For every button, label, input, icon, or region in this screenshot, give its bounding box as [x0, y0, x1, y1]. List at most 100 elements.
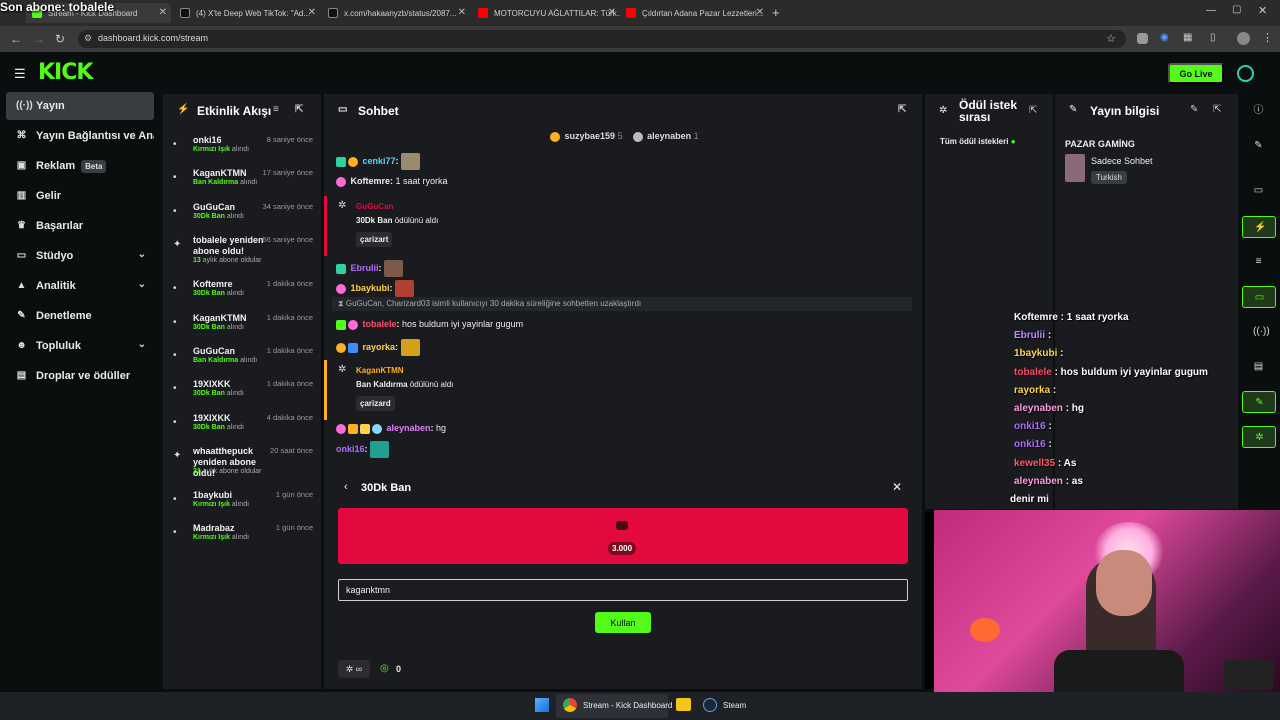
sidebar-item-revenue[interactable]: ▥ Gelir — [6, 182, 154, 210]
all-reward-requests-filter[interactable]: Tüm ödül istekleri ● — [940, 137, 1016, 146]
redeem-username[interactable]: KaganKTMN — [356, 366, 404, 375]
activity-item[interactable]: • GuGuCan 1 dakika önce Ban Kaldırma alındı — [163, 346, 321, 380]
rail-button-reward-queue[interactable]: ▤ — [1242, 356, 1276, 378]
chevron-down-icon[interactable]: ⌄ — [138, 279, 146, 290]
rail-button-display[interactable]: ▭ — [1242, 180, 1276, 202]
chevron-down-icon[interactable]: ⌄ — [138, 249, 146, 260]
sidebar-item-studio[interactable]: ▭ Stüdyo ⌄ — [6, 242, 154, 270]
filter-icon[interactable]: ≡ — [273, 104, 279, 115]
sidebar-item-community[interactable]: ☻ Topluluk ⌄ — [6, 332, 154, 360]
activity-item[interactable]: • GuGuCan 34 saniye önce 30Dk Ban alındı — [163, 202, 321, 236]
steam-icon[interactable] — [703, 698, 717, 712]
sidebar-item-wrench[interactable]: ✎ Denetleme — [6, 302, 154, 330]
chat-username[interactable]: aleynaben — [387, 423, 431, 433]
site-info-icon[interactable]: ⚙ — [84, 33, 92, 44]
maximize-icon[interactable]: ▢ — [1232, 4, 1241, 15]
stream-category[interactable]: Sadece Sohbet — [1091, 156, 1153, 166]
activity-item[interactable]: • KaganKTMN 1 dakika önce 30Dk Ban alındı — [163, 313, 321, 347]
bookmark-star-icon[interactable]: ☆ — [1106, 32, 1116, 45]
rail-button-wrench[interactable]: ✎ — [1242, 391, 1276, 413]
activity-item[interactable]: • 1baykubi 1 gün önce Kırmızı Işık alındı — [163, 490, 321, 524]
chevron-down-icon[interactable]: ⌄ — [138, 339, 146, 350]
activity-item[interactable]: • KaganKTMN 17 saniye önce Ban Kaldırma alı… — [163, 168, 321, 202]
file-explorer-icon[interactable] — [676, 698, 691, 711]
chat-username[interactable]: rayorka — [363, 342, 396, 352]
rail-button-info[interactable]: ⓘ — [1242, 100, 1276, 122]
close-tab-icon[interactable]: ✕ — [756, 7, 764, 18]
gifter-count: 5 — [617, 131, 623, 141]
back-arrow-icon[interactable]: ‹ — [344, 481, 348, 493]
activity-time: 1 dakika önce — [266, 279, 313, 288]
chat-username[interactable]: tobalele — [363, 319, 397, 329]
tab-label: MOTORCUYU AĞLATTILAR: Türk... — [494, 8, 620, 18]
close-tab-icon[interactable]: ✕ — [458, 7, 466, 18]
new-tab-icon[interactable]: + — [772, 5, 780, 20]
close-tab-icon[interactable]: ✕ — [308, 7, 316, 18]
extension-icon[interactable]: ◉ — [1160, 32, 1169, 43]
sidebar-item-analytics[interactable]: ▲ Analitik ⌄ — [6, 272, 154, 300]
popout-icon[interactable]: ⇱ — [1029, 105, 1037, 116]
reward-queue-title: Ödül istek sırası — [959, 98, 1018, 124]
sidebar-item-broadcast[interactable]: ((·)) Yayın — [6, 92, 154, 120]
profile-avatar[interactable] — [1237, 32, 1250, 45]
overlay-username: aleynaben — [1014, 403, 1063, 414]
use-reward-button[interactable]: Kullan — [595, 612, 651, 633]
sidebar-item-ad[interactable]: ▣ Reklam Beta — [6, 152, 154, 180]
chat-username[interactable]: onki16 — [336, 444, 365, 454]
close-icon[interactable]: ✕ — [892, 480, 902, 494]
rail-button-list[interactable]: ≡ — [1242, 251, 1276, 273]
rail-button-lightning[interactable]: ⚡ — [1242, 216, 1276, 238]
close-tab-icon[interactable]: ✕ — [159, 7, 167, 18]
redeem-username[interactable]: GuGuCan — [356, 202, 393, 211]
menu-icon[interactable]: ⋮ — [1262, 31, 1273, 44]
close-tab-icon[interactable]: ✕ — [608, 7, 616, 18]
overlay-username: onki16 — [1014, 421, 1046, 433]
activity-item[interactable]: • onki16 8 saniye önce Kırmızı Işık alındı — [163, 135, 321, 169]
activity-item[interactable]: ✦ tobalele yeniden abone oldu! 56 saniye ö… — [163, 235, 321, 269]
kick-logo[interactable]: KICK — [38, 60, 93, 85]
edit-icon[interactable]: ✎ — [1190, 104, 1198, 115]
sidebar-icon[interactable]: ▯ — [1210, 32, 1216, 43]
rail-button-edit[interactable]: ✎ — [1242, 135, 1276, 157]
activity-item[interactable]: • 19XIXKK 1 dakika önce 30Dk Ban alındı — [163, 379, 321, 413]
reload-icon[interactable]: ↻ — [55, 32, 65, 46]
channel-points-infinity-button[interactable]: ✲ ∞ — [338, 660, 370, 678]
popout-icon[interactable]: ⇱ — [1213, 104, 1221, 115]
popout-icon[interactable]: ⇱ — [898, 104, 906, 115]
chat-username[interactable]: Koftemre — [351, 176, 391, 186]
activity-item[interactable]: • Madrabaz 1 gün önce Kırmızı Işık alındı — [163, 523, 321, 557]
sidebar-item-trophy[interactable]: ♛ Başarılar — [6, 212, 154, 240]
tab-label: (4) X'te Deep Web TikTok: "Ad... — [196, 8, 311, 18]
tab-youtube-adana[interactable]: Çıldırtan Adana Pazar Lezzetleri... ✕ — [620, 3, 768, 23]
tab-x-deep-web[interactable]: (4) X'te Deep Web TikTok: "Ad... ✕ — [174, 3, 320, 23]
activity-item[interactable]: • Koftemre 1 dakika önce 30Dk Ban alındı — [163, 279, 321, 313]
rail-button-chat[interactable]: ▭ — [1242, 286, 1276, 308]
back-icon[interactable]: ← — [10, 32, 22, 46]
forward-icon[interactable]: → — [33, 32, 45, 46]
gifter-name[interactable]: aleynaben — [647, 131, 691, 141]
chat-username[interactable]: Ebrulii — [351, 263, 379, 273]
rail-button-broadcast[interactable]: ((·)) — [1242, 321, 1276, 343]
gifter-name[interactable]: suzybae159 — [565, 131, 616, 141]
sidebar-item-gift[interactable]: ▤ Droplar ve ödüller — [6, 362, 154, 390]
chat-username[interactable]: cenki77 — [363, 156, 396, 166]
activity-item[interactable]: • 19XIXKK 4 dakika önce 30Dk Ban alındı — [163, 413, 321, 447]
tab-youtube-motorcu[interactable]: MOTORCUYU AĞLATTILAR: Türk... ✕ — [472, 3, 620, 23]
tab-x-status[interactable]: x.com/hakaanyzb/status/2087... ✕ — [322, 3, 470, 23]
omnibox[interactable]: ⚙ dashboard.kick.com/stream ☆ — [78, 30, 1126, 48]
minimize-icon[interactable]: — — [1206, 5, 1216, 16]
go-live-button[interactable]: Go Live — [1168, 63, 1224, 84]
close-window-icon[interactable]: ✕ — [1258, 4, 1267, 17]
activity-item[interactable]: ✦ whaatthepuck yeniden abone oldu! 20 saat… — [163, 446, 321, 480]
chat-username[interactable]: 1baykubi — [351, 283, 390, 293]
puzzle-icon[interactable]: ▦ — [1183, 32, 1192, 43]
windows-start-icon[interactable] — [535, 698, 549, 712]
extension-icon[interactable] — [1137, 33, 1148, 44]
reward-username-input[interactable] — [338, 579, 908, 601]
sidebar-item-link[interactable]: ⌘ Yayın Bağlantısı ve Anahtarı — [6, 122, 155, 150]
rail-button-gift[interactable]: ✲ — [1242, 426, 1276, 448]
popout-icon[interactable]: ⇱ — [295, 104, 303, 115]
user-avatar[interactable] — [1237, 65, 1254, 82]
hamburger-menu-icon[interactable]: ☰ — [14, 66, 26, 82]
activity-detail-text: alındı — [224, 324, 244, 331]
